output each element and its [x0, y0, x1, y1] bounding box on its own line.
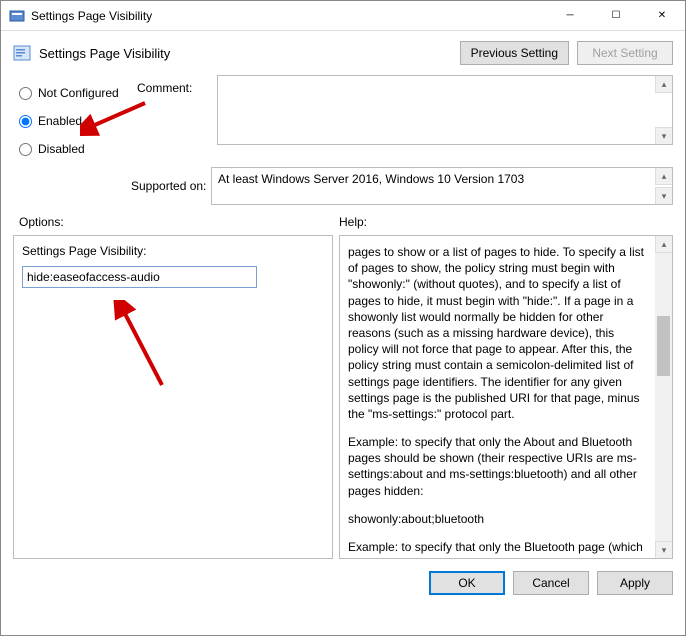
options-label: Options:	[19, 215, 339, 229]
footer: OK Cancel Apply	[1, 565, 685, 603]
scrollbar-thumb[interactable]	[657, 316, 670, 376]
scroll-up-icon[interactable]: ▴	[655, 236, 672, 253]
maximize-button[interactable]: ☐	[593, 1, 639, 31]
supported-on-textbox: At least Windows Server 2016, Windows 10…	[211, 167, 673, 205]
scroll-down-icon[interactable]: ▾	[655, 541, 672, 558]
help-p3: showonly:about;bluetooth	[348, 511, 648, 527]
help-text: pages to show or a list of pages to hide…	[348, 244, 648, 559]
window-title: Settings Page Visibility	[31, 9, 547, 23]
radio-enabled[interactable]: Enabled	[19, 107, 137, 135]
help-scrollbar[interactable]: ▴ ▾	[655, 236, 672, 558]
supported-on-label: Supported on:	[131, 179, 211, 193]
supported-on-text: At least Windows Server 2016, Windows 10…	[218, 172, 524, 186]
radio-not-configured-input[interactable]	[19, 87, 32, 100]
scroll-down-icon[interactable]: ▾	[655, 187, 672, 204]
radio-disabled[interactable]: Disabled	[19, 135, 137, 163]
help-label: Help:	[339, 215, 367, 229]
visibility-input[interactable]	[22, 266, 257, 288]
page-title: Settings Page Visibility	[39, 46, 452, 61]
help-panel: pages to show or a list of pages to hide…	[339, 235, 673, 559]
radio-not-configured[interactable]: Not Configured	[19, 79, 137, 107]
supported-row: Supported on: At least Windows Server 20…	[1, 165, 685, 209]
cancel-button[interactable]: Cancel	[513, 571, 589, 595]
options-panel: Settings Page Visibility:	[13, 235, 333, 559]
titlebar: Settings Page Visibility ─ ☐ ✕	[1, 1, 685, 31]
radio-not-configured-label: Not Configured	[38, 86, 119, 100]
config-area: Not Configured Enabled Disabled Comment:…	[1, 71, 685, 165]
radio-enabled-input[interactable]	[19, 115, 32, 128]
previous-setting-button[interactable]: Previous Setting	[460, 41, 569, 65]
comment-label: Comment:	[137, 81, 217, 163]
visibility-field-label: Settings Page Visibility:	[22, 244, 324, 258]
close-button[interactable]: ✕	[639, 1, 685, 31]
app-icon	[9, 8, 25, 24]
help-p1: pages to show or a list of pages to hide…	[348, 244, 648, 422]
minimize-button[interactable]: ─	[547, 1, 593, 31]
comment-textbox[interactable]: ▴ ▾	[217, 75, 673, 145]
header: Settings Page Visibility Previous Settin…	[1, 31, 685, 71]
panels: Settings Page Visibility: pages to show …	[1, 233, 685, 565]
scroll-up-icon[interactable]: ▴	[655, 76, 672, 93]
help-p2: Example: to specify that only the About …	[348, 434, 648, 499]
policy-icon	[13, 44, 31, 62]
panels-header: Options: Help:	[1, 209, 685, 233]
radio-disabled-label: Disabled	[38, 142, 85, 156]
radio-enabled-label: Enabled	[38, 114, 82, 128]
ok-button[interactable]: OK	[429, 571, 505, 595]
help-p4: Example: to specify that only the Blueto…	[348, 539, 648, 559]
next-setting-button[interactable]: Next Setting	[577, 41, 673, 65]
scroll-down-icon[interactable]: ▾	[655, 127, 672, 144]
apply-button[interactable]: Apply	[597, 571, 673, 595]
radio-disabled-input[interactable]	[19, 143, 32, 156]
scroll-up-icon[interactable]: ▴	[655, 168, 672, 185]
state-radios: Not Configured Enabled Disabled	[19, 75, 137, 163]
